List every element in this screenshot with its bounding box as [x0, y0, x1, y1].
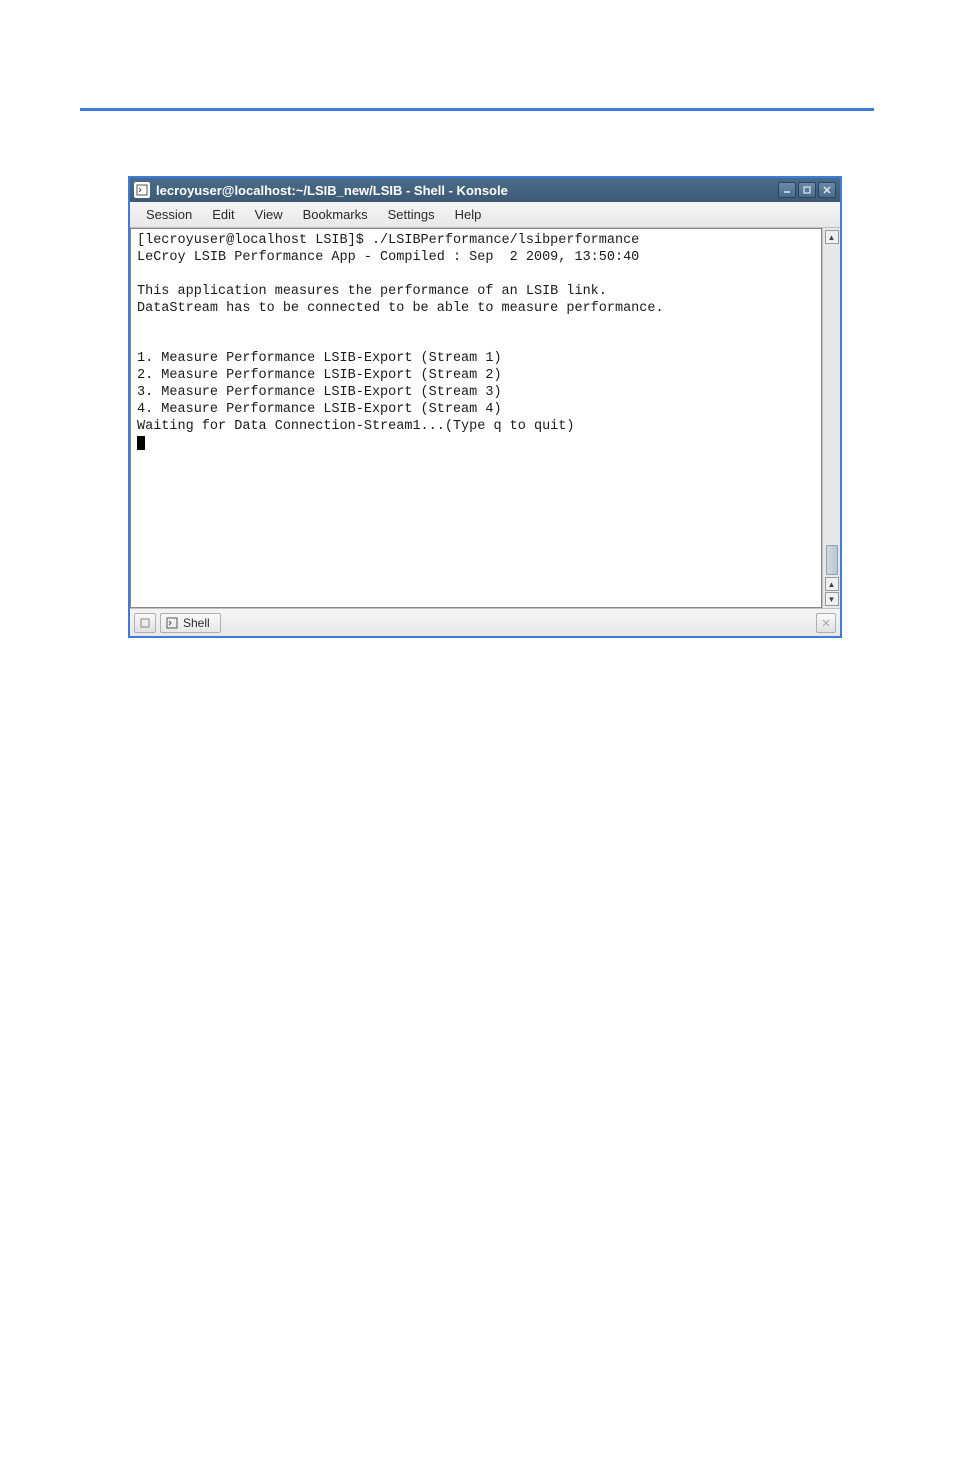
konsole-window: lecroyuser@localhost:~/LSIB_new/LSIB - S…: [128, 176, 842, 638]
menu-view[interactable]: View: [245, 205, 293, 224]
window-controls: [778, 182, 836, 198]
terminal-line: LeCroy LSIB Performance App - Compiled :…: [137, 250, 639, 265]
menu-session[interactable]: Session: [136, 205, 202, 224]
menu-settings[interactable]: Settings: [378, 205, 445, 224]
window-title: lecroyuser@localhost:~/LSIB_new/LSIB - S…: [156, 183, 508, 198]
menu-edit[interactable]: Edit: [202, 205, 244, 224]
terminal-line: 2. Measure Performance LSIB-Export (Stre…: [137, 368, 502, 383]
new-tab-button[interactable]: [134, 613, 156, 633]
terminal-line: This application measures the performanc…: [137, 284, 607, 299]
window-titlebar[interactable]: lecroyuser@localhost:~/LSIB_new/LSIB - S…: [130, 178, 840, 202]
terminal-line: 1. Measure Performance LSIB-Export (Stre…: [137, 351, 502, 366]
shell-tab[interactable]: Shell: [160, 613, 221, 633]
terminal-line: [lecroyuser@localhost LSIB]$ ./LSIBPerfo…: [137, 233, 639, 248]
terminal-line: 4. Measure Performance LSIB-Export (Stre…: [137, 402, 502, 417]
terminal-line: 3. Measure Performance LSIB-Export (Stre…: [137, 385, 502, 400]
terminal-line: DataStream has to be connected to be abl…: [137, 301, 664, 316]
scroll-up2-icon[interactable]: ▲: [825, 577, 839, 591]
terminal-icon: [134, 182, 150, 198]
tabs-left: Shell: [134, 613, 221, 633]
shell-tab-label: Shell: [183, 616, 210, 630]
shell-tab-icon: [165, 616, 179, 630]
scroll-thumb[interactable]: [826, 545, 838, 575]
terminal-output[interactable]: [lecroyuser@localhost LSIB]$ ./LSIBPerfo…: [130, 228, 822, 608]
minimize-button[interactable]: [778, 182, 796, 198]
terminal-cursor: [137, 436, 145, 450]
scroll-track[interactable]: [823, 244, 840, 577]
maximize-button[interactable]: [798, 182, 816, 198]
page-divider: [80, 108, 874, 111]
titlebar-left: lecroyuser@localhost:~/LSIB_new/LSIB - S…: [134, 182, 508, 198]
terminal-line: Waiting for Data Connection-Stream1...(T…: [137, 419, 574, 434]
close-button[interactable]: [818, 182, 836, 198]
scroll-up-icon[interactable]: ▲: [825, 230, 839, 244]
menu-bookmarks[interactable]: Bookmarks: [293, 205, 378, 224]
tab-close-button[interactable]: [816, 613, 836, 633]
menubar: Session Edit View Bookmarks Settings Hel…: [130, 202, 840, 228]
menu-help[interactable]: Help: [445, 205, 492, 224]
tab-bar: Shell: [130, 608, 840, 636]
vertical-scrollbar[interactable]: ▲ ▲ ▼: [822, 228, 840, 608]
scroll-down-icon[interactable]: ▼: [825, 592, 839, 606]
terminal-container: [lecroyuser@localhost LSIB]$ ./LSIBPerfo…: [130, 228, 840, 608]
